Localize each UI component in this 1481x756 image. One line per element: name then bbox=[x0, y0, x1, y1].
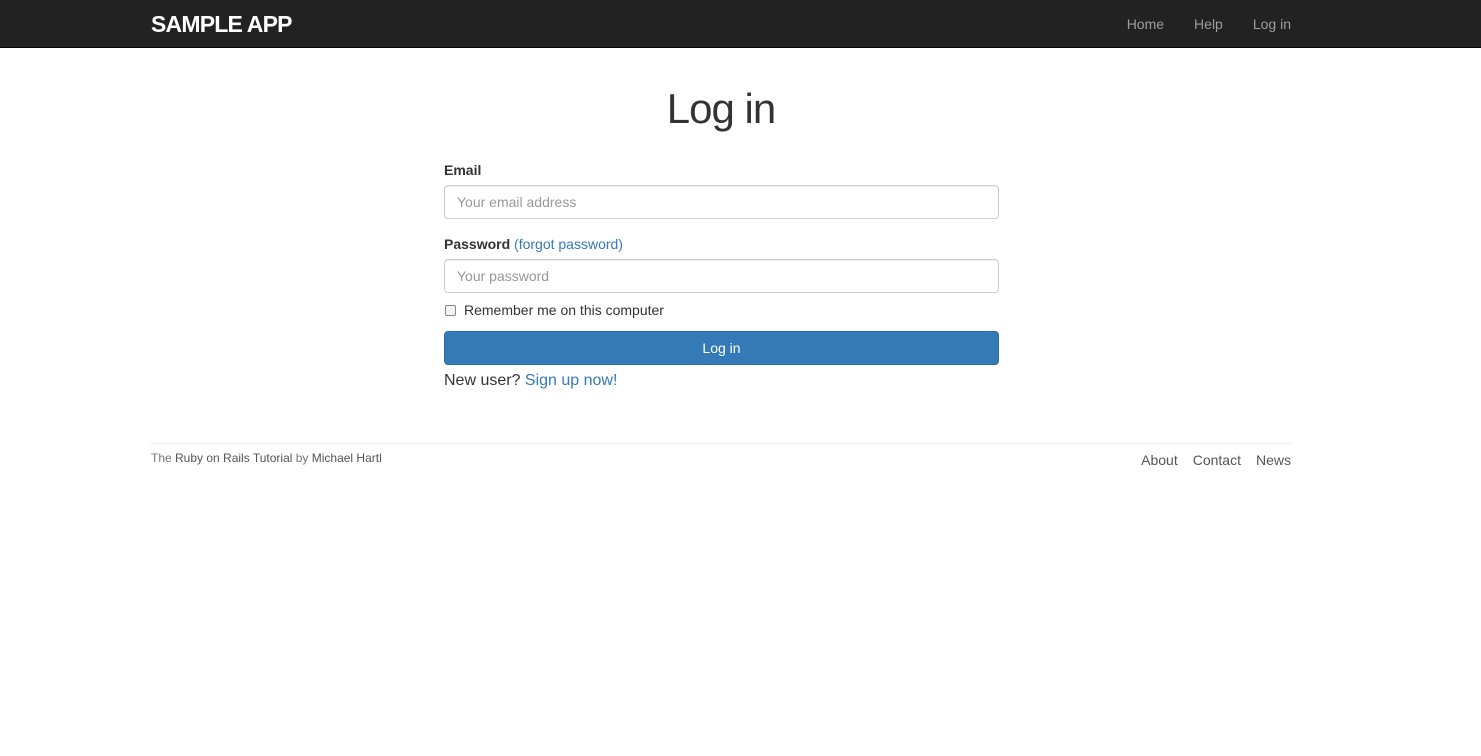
footer-credit: The Ruby on Rails Tutorial by Michael Ha… bbox=[151, 450, 382, 466]
top-navbar: SAMPLE APP Home Help Log in bbox=[0, 0, 1481, 48]
signup-prefix: New user? bbox=[444, 372, 525, 389]
footer-nav: About Contact News bbox=[1126, 451, 1291, 469]
login-submit-button[interactable]: Log in bbox=[444, 331, 999, 365]
email-label: Email bbox=[444, 162, 482, 178]
remember-me-row: Remember me on this computer bbox=[444, 301, 999, 319]
footer-contact-link[interactable]: Contact bbox=[1193, 451, 1241, 469]
brand-logo[interactable]: SAMPLE APP bbox=[151, 10, 292, 38]
password-field[interactable] bbox=[444, 259, 999, 293]
author-link[interactable]: Michael Hartl bbox=[312, 451, 382, 465]
rails-tutorial-link[interactable]: Ruby on Rails Tutorial bbox=[175, 451, 292, 465]
page-title: Log in bbox=[666, 85, 776, 132]
footer-about-link[interactable]: About bbox=[1141, 451, 1178, 469]
nav-login-link[interactable]: Log in bbox=[1253, 14, 1291, 34]
footer: The Ruby on Rails Tutorial by Michael Ha… bbox=[151, 443, 1291, 474]
signup-prompt: New user? Sign up now! bbox=[444, 370, 999, 392]
main-nav: Home Help Log in bbox=[1097, 0, 1291, 48]
remember-me-label[interactable]: Remember me on this computer bbox=[464, 301, 664, 319]
password-label: Password bbox=[444, 236, 511, 252]
signup-link[interactable]: Sign up now! bbox=[525, 372, 618, 389]
footer-credit-mid: by bbox=[292, 451, 312, 465]
nav-help-link[interactable]: Help bbox=[1194, 14, 1223, 34]
footer-credit-prefix: The bbox=[151, 451, 176, 465]
email-field[interactable] bbox=[444, 185, 999, 219]
login-form: Email Password (forgot password) Remembe… bbox=[444, 160, 999, 392]
forgot-password-link[interactable]: (forgot password) bbox=[514, 236, 623, 252]
password-label-row: Password (forgot password) bbox=[444, 234, 999, 254]
remember-me-checkbox[interactable] bbox=[445, 304, 456, 316]
footer-news-link[interactable]: News bbox=[1256, 451, 1291, 469]
nav-home-link[interactable]: Home bbox=[1127, 14, 1164, 34]
